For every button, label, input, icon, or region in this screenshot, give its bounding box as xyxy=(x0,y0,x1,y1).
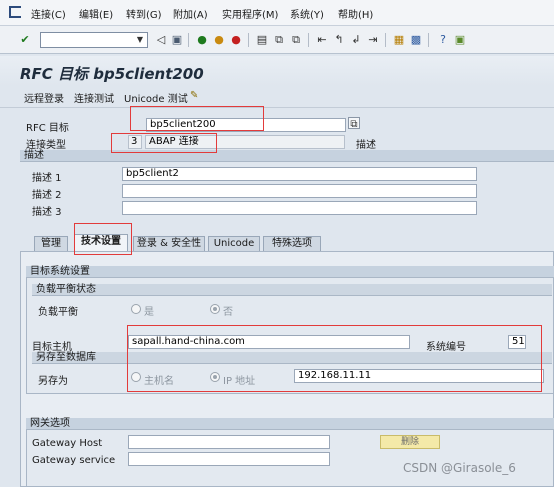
remote-login-button[interactable]: 远程登录 xyxy=(24,90,64,105)
find-next-icon[interactable]: ⧉ xyxy=(289,33,303,47)
prev-page-icon[interactable]: ↰ xyxy=(332,33,346,47)
load-balance-no-radio[interactable] xyxy=(210,304,220,314)
first-page-icon[interactable]: ⇤ xyxy=(315,33,329,47)
target-host-label: 目标主机 xyxy=(32,342,72,353)
menu-edit[interactable]: 编辑(E) xyxy=(79,6,113,21)
watermark: CSDN @Girasole_6 xyxy=(403,461,516,475)
command-field[interactable]: ▼ xyxy=(40,32,148,48)
menu-utilities[interactable]: 实用程序(M) xyxy=(222,6,278,21)
next-page-icon[interactable]: ↲ xyxy=(349,33,363,47)
toolbar-separator xyxy=(188,33,189,47)
description-3-field[interactable] xyxy=(122,201,477,215)
highlight-rfc-destination xyxy=(130,106,264,131)
navigate-back-icon[interactable]: ● xyxy=(195,33,209,47)
edit-pencil-icon[interactable]: ✎ xyxy=(190,90,198,101)
description-1-label: 描述 1 xyxy=(32,173,62,184)
load-balance-header: 负载平衡状态 xyxy=(32,284,552,296)
connection-type-label: 连接类型 xyxy=(26,140,66,151)
toolbar-separator xyxy=(428,33,429,47)
page-title: RFC 目标 bp5client200 xyxy=(20,65,204,83)
description-label: 描述 xyxy=(356,140,376,151)
highlight-technical-tab xyxy=(74,223,132,255)
gateway-host-field[interactable] xyxy=(128,435,330,449)
toolbar-separator xyxy=(248,33,249,47)
menu-connection[interactable]: 连接(C) xyxy=(31,6,66,21)
menu-help[interactable]: 帮助(H) xyxy=(338,6,373,21)
description-group-header: 描述 xyxy=(20,150,554,162)
gateway-service-field[interactable] xyxy=(128,452,330,466)
delete-button[interactable]: 删除 xyxy=(380,435,440,449)
description-1-field[interactable]: bp5client2 xyxy=(122,167,477,181)
description-3-label: 描述 3 xyxy=(32,207,62,218)
highlight-host-settings xyxy=(127,325,542,392)
new-session-icon[interactable]: ▦ xyxy=(392,33,406,47)
rfc-destination-label: RFC 目标 xyxy=(26,123,69,134)
find-icon[interactable]: ⧉ xyxy=(272,33,286,47)
application-toolbar: 远程登录 连接测试 Unicode 测试 ✎ xyxy=(0,86,554,108)
last-page-icon[interactable]: ⇥ xyxy=(366,33,380,47)
copy-icon[interactable]: ⧉ xyxy=(348,117,360,130)
menu-system[interactable]: 系统(Y) xyxy=(290,6,324,21)
dropdown-icon[interactable]: ▼ xyxy=(134,34,146,46)
exit-icon[interactable]: ● xyxy=(212,33,226,47)
tab-special-options[interactable]: 特殊选项 xyxy=(263,236,321,251)
print-icon[interactable]: ▤ xyxy=(255,33,269,47)
menu-goto[interactable]: 转到(G) xyxy=(126,6,162,21)
description-2-label: 描述 2 xyxy=(32,190,62,201)
title-bar: RFC 目标 bp5client200 xyxy=(0,56,554,86)
help-icon[interactable]: ? xyxy=(436,33,450,47)
gateway-header: 网关选项 xyxy=(26,418,554,430)
standard-toolbar: ✔ ▼ ◁ ▣ ● ● ● ▤ ⧉ ⧉ ⇤ ↰ ↲ ⇥ ▦ ▩ ? ▣ xyxy=(0,26,554,54)
load-balance-no-label: 否 xyxy=(223,307,233,318)
toolbar-separator xyxy=(308,33,309,47)
save-icon[interactable]: ▣ xyxy=(170,33,184,47)
load-balance-yes-radio[interactable] xyxy=(131,304,141,314)
description-2-field[interactable] xyxy=(122,184,477,198)
gateway-service-label: Gateway service xyxy=(32,455,116,466)
customize-icon[interactable]: ▣ xyxy=(453,33,467,47)
load-balance-label: 负载平衡 xyxy=(38,307,78,318)
sap-menu-icon[interactable] xyxy=(9,6,21,18)
load-balance-yes-label: 是 xyxy=(144,307,154,318)
unicode-test-button[interactable]: Unicode 测试 xyxy=(124,90,188,105)
toolbar-separator xyxy=(385,33,386,47)
save-as-label: 另存为 xyxy=(38,376,68,387)
menu-extras[interactable]: 附加(A) xyxy=(173,6,208,21)
cancel-icon[interactable]: ● xyxy=(229,33,243,47)
menu-bar: 连接(C) 编辑(E) 转到(G) 附加(A) 实用程序(M) 系统(Y) 帮助… xyxy=(0,0,554,26)
checkmark-icon[interactable]: ✔ xyxy=(18,33,32,47)
tab-unicode[interactable]: Unicode xyxy=(208,236,260,251)
back-icon[interactable]: ◁ xyxy=(154,33,168,47)
gateway-host-label: Gateway Host xyxy=(32,438,103,449)
connection-test-button[interactable]: 连接测试 xyxy=(74,90,114,105)
tab-administration[interactable]: 管理 xyxy=(34,236,68,251)
target-system-header: 目标系统设置 xyxy=(26,266,554,278)
tab-logon-security[interactable]: 登录 & 安全性 xyxy=(133,236,205,251)
shortcut-icon[interactable]: ▩ xyxy=(409,33,423,47)
highlight-connection-type xyxy=(111,133,217,153)
